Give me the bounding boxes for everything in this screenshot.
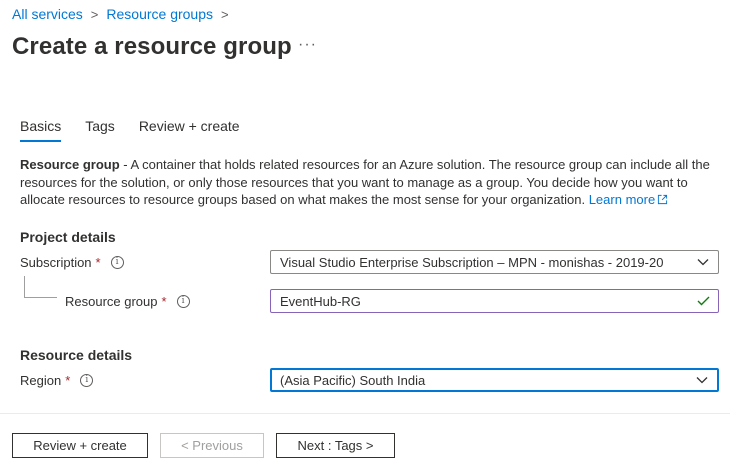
tab-basics[interactable]: Basics: [20, 118, 62, 142]
footer-divider: [0, 413, 730, 414]
resource-details-header: Resource details: [20, 347, 133, 363]
subscription-label-text: Subscription: [20, 255, 92, 270]
tab-bar: Basics Tags Review + create: [20, 118, 264, 142]
breadcrumb-separator: >: [221, 6, 229, 22]
learn-more-label: Learn more: [588, 192, 656, 207]
project-details-header: Project details: [20, 229, 116, 245]
resource-group-input[interactable]: EventHub-RG: [270, 289, 719, 313]
subscription-dropdown[interactable]: Visual Studio Enterprise Subscription – …: [270, 250, 719, 274]
breadcrumb-separator: >: [90, 6, 99, 22]
region-dropdown[interactable]: (Asia Pacific) South India: [270, 368, 719, 392]
subscription-value: Visual Studio Enterprise Subscription – …: [280, 254, 664, 270]
resource-group-label: Resource group * i: [65, 294, 190, 309]
required-marker: *: [161, 294, 167, 309]
region-value: (Asia Pacific) South India: [280, 372, 426, 388]
external-link-icon: [658, 194, 668, 205]
subscription-label: Subscription * i: [20, 255, 124, 270]
tree-connector-vertical: [24, 276, 25, 297]
breadcrumb-resource-groups[interactable]: Resource groups: [106, 6, 213, 22]
page-title: Create a resource group: [12, 33, 292, 60]
resource-group-value: EventHub-RG: [280, 293, 361, 309]
next-tags-button[interactable]: Next : Tags >: [276, 433, 395, 458]
resource-group-label-text: Resource group: [65, 294, 158, 309]
required-marker: *: [65, 373, 71, 388]
create-resource-group-page: All services > Resource groups > Create …: [0, 0, 730, 464]
checkmark-icon: [688, 296, 718, 306]
chevron-down-icon: [687, 376, 717, 384]
tab-tags[interactable]: Tags: [85, 118, 115, 142]
more-options-icon[interactable]: ···: [298, 36, 317, 54]
info-icon[interactable]: i: [176, 295, 190, 308]
resource-group-description: Resource group - A container that holds …: [20, 156, 710, 209]
learn-more-link[interactable]: Learn more: [589, 192, 668, 207]
region-label: Region * i: [20, 373, 94, 388]
region-label-text: Region: [20, 373, 62, 388]
tab-review-create[interactable]: Review + create: [139, 118, 240, 142]
chevron-down-icon: [688, 258, 718, 266]
info-icon[interactable]: i: [80, 374, 94, 387]
tree-connector-horizontal: [24, 297, 57, 298]
breadcrumb-all-services[interactable]: All services: [12, 6, 83, 22]
breadcrumb: All services > Resource groups >: [12, 6, 237, 22]
review-create-button[interactable]: Review + create: [12, 433, 148, 458]
required-marker: *: [95, 255, 101, 270]
info-icon[interactable]: i: [110, 256, 124, 269]
previous-button[interactable]: < Previous: [160, 433, 264, 458]
description-term: Resource group: [20, 157, 120, 172]
